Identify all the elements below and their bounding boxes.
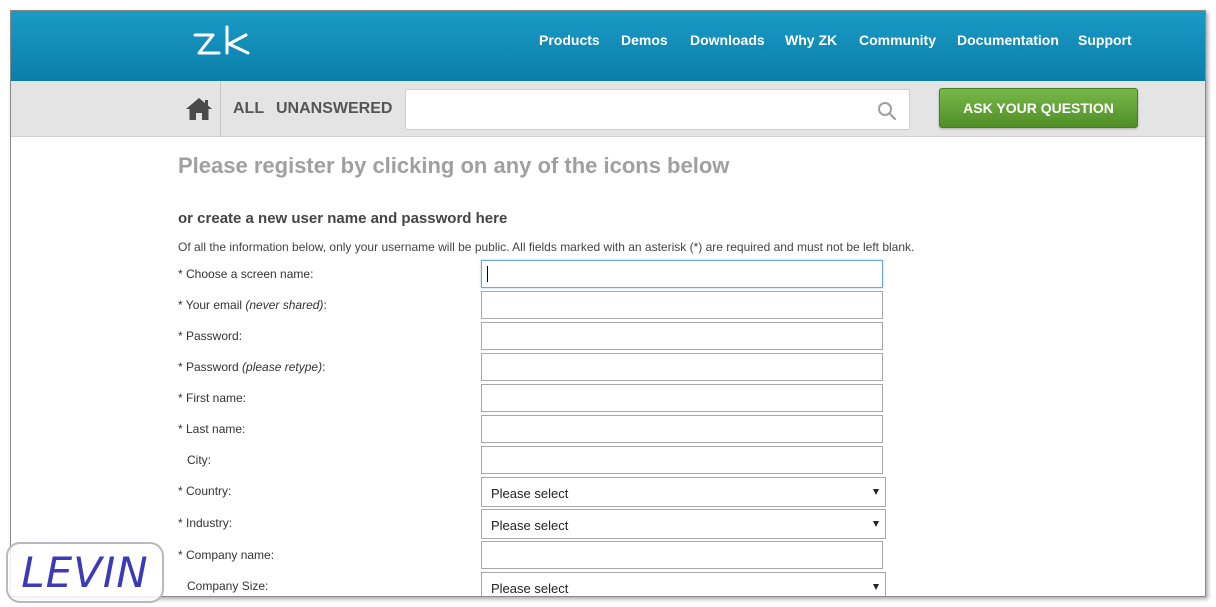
nav-products[interactable]: Products: [539, 32, 600, 48]
nav-why-zk[interactable]: Why ZK: [785, 32, 837, 48]
password-retype-label-suffix: :: [322, 360, 326, 374]
screen-name-input[interactable]: [481, 260, 883, 288]
last-name-label: * Last name:: [178, 422, 246, 436]
create-account-heading: or create a new user name and password h…: [178, 210, 508, 227]
company-size-select[interactable]: Please select: [481, 572, 886, 596]
question-toolbar: ALL UNANSWERED ASK YOUR QUESTION: [11, 81, 1205, 137]
chevron-down-icon: [873, 489, 879, 495]
nav-support[interactable]: Support: [1078, 32, 1132, 48]
form-row-password-retype: * Password (please retype):: [178, 353, 898, 382]
password-retype-label-text: * Password: [178, 360, 243, 374]
form-row-industry: * Industry: Please select: [178, 509, 898, 539]
form-row-screen-name: * Choose a screen name:: [178, 260, 898, 289]
company-size-label: Company Size:: [187, 579, 269, 593]
city-label: City:: [187, 453, 211, 467]
browser-frame: Products Demos Downloads Why ZK Communit…: [10, 10, 1206, 597]
password-input[interactable]: [481, 322, 883, 350]
country-select[interactable]: Please select: [481, 477, 886, 507]
info-text: Of all the information below, only your …: [178, 240, 915, 254]
text-caret: [487, 266, 488, 282]
watermark-stamp: LEVIN: [6, 542, 164, 603]
screen-name-label: * Choose a screen name:: [178, 267, 314, 281]
home-button[interactable]: [177, 81, 221, 137]
industry-label: * Industry:: [178, 516, 233, 530]
password-retype-label-note: (please retype): [242, 360, 323, 374]
first-name-input[interactable]: [481, 384, 883, 412]
first-name-label: * First name:: [178, 391, 247, 405]
company-name-input[interactable]: [481, 541, 883, 569]
password-retype-label: * Password (please retype):: [178, 360, 325, 374]
country-select-value: Please select: [491, 486, 569, 501]
tab-all[interactable]: ALL: [233, 100, 264, 118]
form-row-country: * Country: Please select: [178, 477, 898, 507]
watermark-text: LEVIN: [21, 548, 149, 597]
last-name-input[interactable]: [481, 415, 883, 443]
chevron-down-icon: [873, 521, 879, 527]
main-nav: Products Demos Downloads Why ZK Communit…: [11, 32, 1205, 52]
city-input[interactable]: [481, 446, 883, 474]
email-input[interactable]: [481, 291, 883, 319]
email-label-text: * Your email: [178, 298, 246, 312]
email-label: * Your email (never shared):: [178, 298, 327, 312]
nav-downloads[interactable]: Downloads: [690, 32, 765, 48]
industry-select-value: Please select: [491, 518, 569, 533]
form-row-city: City:: [178, 446, 898, 475]
ask-question-button[interactable]: ASK YOUR QUESTION: [939, 88, 1138, 128]
email-label-note: (never shared): [245, 298, 324, 312]
email-label-suffix: :: [323, 298, 327, 312]
form-row-first-name: * First name:: [178, 384, 898, 413]
form-row-last-name: * Last name:: [178, 415, 898, 444]
form-row-company-name: * Company name:: [178, 541, 898, 570]
search-icon[interactable]: [877, 101, 897, 121]
form-row-password: * Password:: [178, 322, 898, 351]
register-title: Please register by clicking on any of th…: [178, 153, 730, 178]
company-name-label: * Company name:: [178, 548, 275, 562]
company-size-select-value: Please select: [491, 581, 569, 596]
country-label: * Country:: [178, 484, 232, 498]
search-box: [405, 89, 910, 130]
form-row-company-size: Company Size: Please select: [178, 572, 898, 596]
home-icon: [185, 98, 212, 120]
top-header: Products Demos Downloads Why ZK Communit…: [11, 11, 1205, 81]
form-row-email: * Your email (never shared):: [178, 291, 898, 320]
nav-documentation[interactable]: Documentation: [957, 32, 1059, 48]
password-label: * Password:: [178, 329, 243, 343]
industry-select[interactable]: Please select: [481, 509, 886, 539]
chevron-down-icon: [873, 584, 879, 590]
nav-community[interactable]: Community: [859, 32, 936, 48]
tab-unanswered[interactable]: UNANSWERED: [276, 100, 392, 118]
search-input[interactable]: [406, 90, 866, 129]
password-retype-input[interactable]: [481, 353, 883, 381]
nav-demos[interactable]: Demos: [621, 32, 668, 48]
